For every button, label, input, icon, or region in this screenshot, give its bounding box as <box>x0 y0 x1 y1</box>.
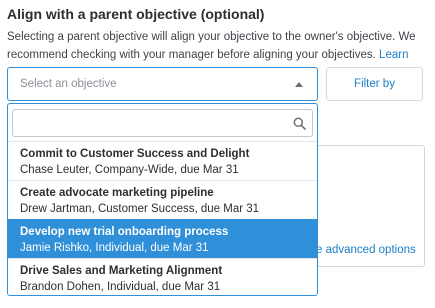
section-title: Align with a parent objective (optional) <box>7 6 265 22</box>
objective-option[interactable]: Commit to Customer Success and Delight Ch… <box>8 141 317 180</box>
align-objective-panel: Align with a parent objective (optional)… <box>0 0 435 308</box>
objective-select-placeholder: Select an objective <box>20 78 117 90</box>
caret-up-icon <box>295 82 303 87</box>
objective-options-list: Commit to Customer Success and Delight Ch… <box>8 141 317 295</box>
objective-option[interactable]: Drive Sales and Marketing Alignment Brand… <box>8 258 317 295</box>
advanced-options-link[interactable]: e advanced options <box>316 244 416 256</box>
objective-option-subtitle: Brandon Dohen, Individual, due Mar 31 <box>20 281 221 293</box>
objective-option-title: Commit to Customer Success and Delight <box>20 148 250 160</box>
objective-option-subtitle: Chase Leuter, Company-Wide, due Mar 31 <box>20 164 239 176</box>
filter-by-button[interactable]: Filter by <box>326 67 423 101</box>
objective-option[interactable]: Develop new trial onboarding process Jami… <box>8 219 317 258</box>
search-icon <box>293 117 306 130</box>
objective-select[interactable]: Select an objective <box>7 67 318 101</box>
description-text: Selecting a parent objective will align … <box>7 31 416 61</box>
objective-option-subtitle: Jamie Rishko, Individual, due Mar 31 <box>20 242 209 254</box>
objective-search-input[interactable] <box>13 110 283 136</box>
objective-search <box>12 109 313 137</box>
objective-option-title: Drive Sales and Marketing Alignment <box>20 265 223 277</box>
objective-option-title: Develop new trial onboarding process <box>20 226 229 238</box>
objective-dropdown: Commit to Customer Success and Delight Ch… <box>7 103 318 296</box>
objective-option-subtitle: Drew Jartman, Customer Success, due Mar … <box>20 203 260 215</box>
objective-option[interactable]: Create advocate marketing pipeline Drew J… <box>8 180 317 219</box>
objective-option-title: Create advocate marketing pipeline <box>20 187 214 199</box>
